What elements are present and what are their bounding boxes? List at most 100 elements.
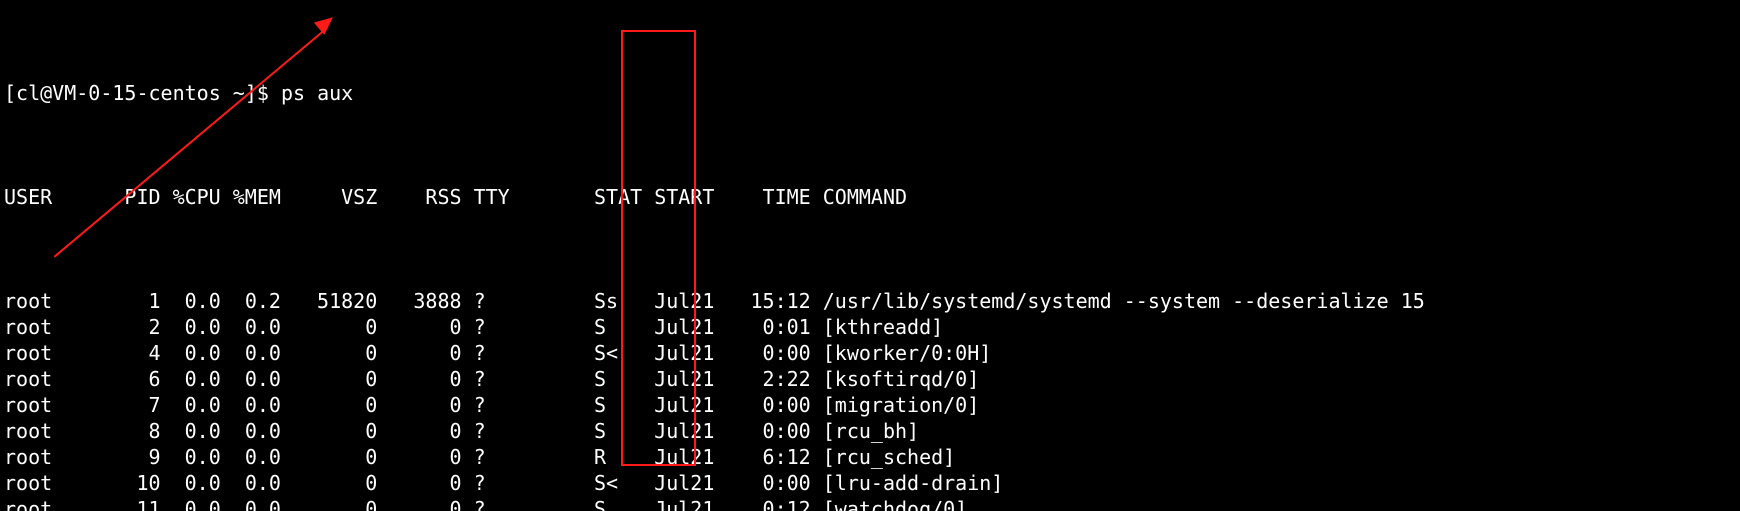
col-command: COMMAND bbox=[811, 184, 907, 210]
cell-vsz: 0 bbox=[281, 470, 377, 496]
cell-vsz: 0 bbox=[281, 444, 377, 470]
col-stat: STAT bbox=[594, 184, 654, 210]
cell-time: 0:00 bbox=[726, 340, 810, 366]
cell-tty: ? bbox=[462, 470, 510, 496]
col-pid: PID bbox=[64, 184, 160, 210]
cell-tty: ? bbox=[462, 288, 510, 314]
cell-stat: S< bbox=[594, 470, 654, 496]
cell-rss: 0 bbox=[377, 314, 461, 340]
entered-command: ps aux bbox=[281, 81, 353, 105]
cell-pid: 1 bbox=[64, 288, 160, 314]
cell-pid: 9 bbox=[64, 444, 160, 470]
cell-mem: 0.0 bbox=[221, 444, 281, 470]
cell-tty: ? bbox=[462, 314, 510, 340]
table-row: root80.00.000?SJul210:00[rcu_bh] bbox=[4, 418, 1736, 444]
cell-vsz: 0 bbox=[281, 418, 377, 444]
cell-rss: 0 bbox=[377, 392, 461, 418]
shell-prompt: [cl@VM-0-15-centos ~]$ bbox=[4, 81, 281, 105]
cell-command: [kthreadd] bbox=[811, 314, 943, 340]
cell-start: Jul21 bbox=[654, 444, 726, 470]
cell-cpu: 0.0 bbox=[161, 392, 221, 418]
cell-command: [ksoftirqd/0] bbox=[811, 366, 980, 392]
cell-vsz: 51820 bbox=[281, 288, 377, 314]
cell-pid: 8 bbox=[64, 418, 160, 444]
cell-time: 0:01 bbox=[726, 314, 810, 340]
cell-stat: R bbox=[594, 444, 654, 470]
cell-command: /usr/lib/systemd/systemd --system --dese… bbox=[811, 288, 1425, 314]
cell-start: Jul21 bbox=[654, 392, 726, 418]
cell-user: root bbox=[4, 470, 64, 496]
cell-user: root bbox=[4, 496, 64, 511]
cell-start: Jul21 bbox=[654, 418, 726, 444]
cell-command: [watchdog/0] bbox=[811, 496, 968, 511]
cell-mem: 0.0 bbox=[221, 392, 281, 418]
cell-start: Jul21 bbox=[654, 340, 726, 366]
cell-rss: 0 bbox=[377, 340, 461, 366]
cell-vsz: 0 bbox=[281, 340, 377, 366]
ps-header-row: USERPID%CPU%MEMVSZRSSTTY STATSTARTTIMECOM… bbox=[4, 184, 1736, 210]
cell-cpu: 0.0 bbox=[161, 470, 221, 496]
cell-mem: 0.0 bbox=[221, 470, 281, 496]
col-time: TIME bbox=[726, 184, 810, 210]
cell-start: Jul21 bbox=[654, 288, 726, 314]
cell-pid: 10 bbox=[64, 470, 160, 496]
cell-stat: S bbox=[594, 314, 654, 340]
col-vsz: VSZ bbox=[281, 184, 377, 210]
cell-tty: ? bbox=[462, 444, 510, 470]
col-start: START bbox=[654, 184, 726, 210]
cell-user: root bbox=[4, 288, 64, 314]
cell-vsz: 0 bbox=[281, 392, 377, 418]
cell-cpu: 0.0 bbox=[161, 314, 221, 340]
cell-user: root bbox=[4, 340, 64, 366]
cell-time: 2:22 bbox=[726, 366, 810, 392]
cell-mem: 0.0 bbox=[221, 496, 281, 511]
cell-start: Jul21 bbox=[654, 470, 726, 496]
cell-user: root bbox=[4, 418, 64, 444]
cell-tty: ? bbox=[462, 366, 510, 392]
cell-time: 0:00 bbox=[726, 392, 810, 418]
cell-rss: 0 bbox=[377, 366, 461, 392]
cell-rss: 3888 bbox=[377, 288, 461, 314]
table-row: root110.00.000?SJul210:12[watchdog/0] bbox=[4, 496, 1736, 511]
cell-pid: 4 bbox=[64, 340, 160, 366]
table-row: root40.00.000?S<Jul210:00[kworker/0:0H] bbox=[4, 340, 1736, 366]
col-mem: %MEM bbox=[221, 184, 281, 210]
cell-pid: 11 bbox=[64, 496, 160, 511]
col-rss: RSS bbox=[377, 184, 461, 210]
cell-cpu: 0.0 bbox=[161, 418, 221, 444]
prompt-line: [cl@VM-0-15-centos ~]$ ps aux bbox=[4, 80, 1736, 106]
col-user: USER bbox=[4, 184, 64, 210]
col-cpu: %CPU bbox=[161, 184, 221, 210]
cell-start: Jul21 bbox=[654, 366, 726, 392]
cell-command: [lru-add-drain] bbox=[811, 470, 1004, 496]
cell-mem: 0.0 bbox=[221, 418, 281, 444]
cell-stat: S bbox=[594, 392, 654, 418]
cell-time: 0:12 bbox=[726, 496, 810, 511]
col-tty: TTY bbox=[462, 184, 510, 210]
cell-mem: 0.0 bbox=[221, 314, 281, 340]
cell-user: root bbox=[4, 366, 64, 392]
cell-rss: 0 bbox=[377, 496, 461, 511]
cell-user: root bbox=[4, 392, 64, 418]
cell-vsz: 0 bbox=[281, 366, 377, 392]
annotation-arrow-icon bbox=[314, 11, 338, 35]
cell-command: [rcu_sched] bbox=[811, 444, 955, 470]
cell-command: [rcu_bh] bbox=[811, 418, 919, 444]
table-row: root70.00.000?SJul210:00[migration/0] bbox=[4, 392, 1736, 418]
cell-user: root bbox=[4, 444, 64, 470]
cell-command: [migration/0] bbox=[811, 392, 980, 418]
cell-cpu: 0.0 bbox=[161, 366, 221, 392]
cell-rss: 0 bbox=[377, 418, 461, 444]
cell-tty: ? bbox=[462, 392, 510, 418]
cell-mem: 0.2 bbox=[221, 288, 281, 314]
cell-mem: 0.0 bbox=[221, 366, 281, 392]
terminal-window[interactable]: [cl@VM-0-15-centos ~]$ ps aux USERPID%CP… bbox=[0, 0, 1740, 511]
annotation-arrow-line bbox=[54, 27, 328, 257]
table-row: root20.00.000?SJul210:01[kthreadd] bbox=[4, 314, 1736, 340]
cell-tty: ? bbox=[462, 496, 510, 511]
cell-time: 6:12 bbox=[726, 444, 810, 470]
cell-time: 15:12 bbox=[726, 288, 810, 314]
cell-pid: 6 bbox=[64, 366, 160, 392]
ps-rows: root10.00.2518203888?SsJul2115:12/usr/li… bbox=[4, 288, 1736, 511]
cell-start: Jul21 bbox=[654, 496, 726, 511]
